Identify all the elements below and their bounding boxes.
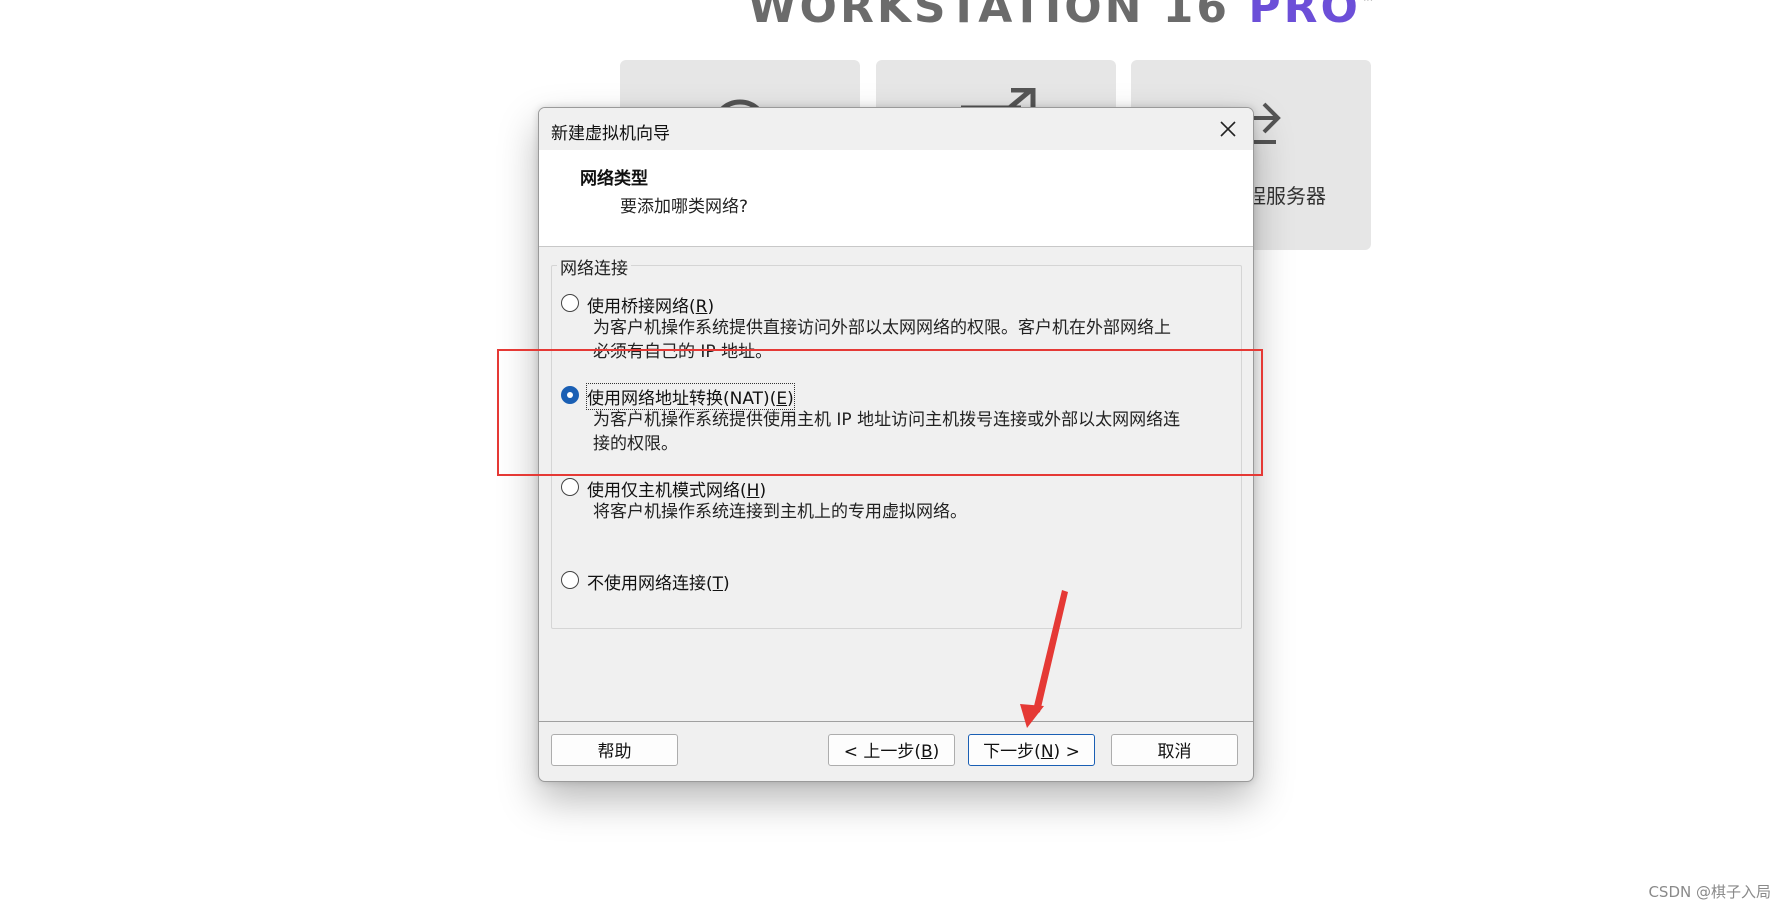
step-title: 网络类型 [580,169,648,189]
screen: WORKSTATION 16 PRO™ 程服务器 新建虚拟机向导 网络类型 要添… [0,0,1779,910]
option-host-only-description: 将客户机操作系统连接到主机上的专用虚拟网络。 [593,502,967,522]
connect-server-label: 程服务器 [1246,184,1326,208]
next-button[interactable]: 下一步(N) > [968,734,1095,766]
option-no-network-label[interactable]: 不使用网络连接(T) [587,569,730,594]
dialog-titlebar: 新建虚拟机向导 [539,108,1253,150]
cancel-button[interactable]: 取消 [1111,734,1238,766]
back-button[interactable]: < 上一步(B) [828,734,955,766]
brand-version: 16 [1162,0,1231,33]
help-button[interactable]: 帮助 [551,734,678,766]
step-subtitle: 要添加哪类网络? [620,197,749,217]
close-icon [1220,121,1236,137]
annotation-highlight-box [497,349,1263,476]
watermark: CSDN @棋子入局 [1648,883,1771,901]
radio-host-only[interactable] [561,478,579,496]
brand-edition: PRO [1248,0,1361,33]
close-button[interactable] [1213,114,1243,144]
radio-bridged[interactable] [561,294,579,312]
brand-tm: ™ [1360,0,1378,11]
option-host-only-label[interactable]: 使用仅主机模式网络(H) [587,476,766,501]
group-label: 网络连接 [557,254,631,279]
footer-separator [539,721,1253,722]
wizard-header: 网络类型 要添加哪类网络? [539,150,1253,247]
dialog-title: 新建虚拟机向导 [551,124,670,144]
brand-word: WORKSTATION [748,0,1145,33]
radio-no-network[interactable] [561,571,579,589]
option-bridged-label[interactable]: 使用桥接网络(R) [587,292,714,317]
product-brand: WORKSTATION 16 PRO™ [748,0,1378,33]
